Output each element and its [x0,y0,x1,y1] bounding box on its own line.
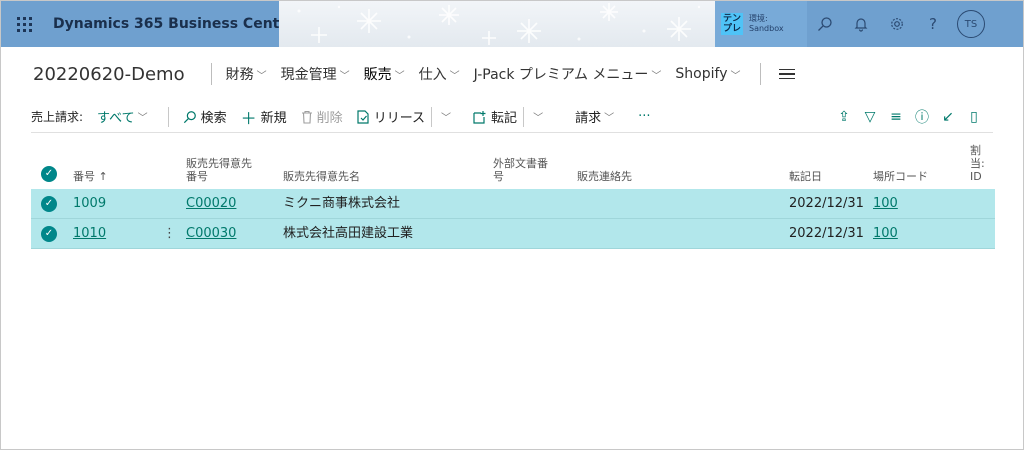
plus-icon: ＋ [240,108,257,128]
row-actions-menu-icon[interactable]: ⋮ [163,219,176,249]
chevron-down-icon: ﹀ [256,70,267,82]
location-code-link[interactable]: 100 [873,189,898,219]
invoice-list-table: ✓ 番号 ↑ 販売先得意先 番号 販売先得意先名 外部文書番号 販売連絡先 転記日… [31,144,995,249]
post-dropdown[interactable]: ﹀ [530,109,543,124]
chevron-down-icon: ﹀ [339,70,350,82]
environment-label: 環境: [749,14,768,23]
table-header: ✓ 番号 ↑ 販売先得意先 番号 販売先得意先名 外部文書番号 販売連絡先 転記日… [31,144,995,189]
bell-icon [854,18,868,32]
gear-icon [891,18,903,30]
table-row[interactable]: ✓ 1009 C00020 ミクニ商事株式会社 2022/12/31 100 [31,189,995,219]
chevron-down-icon: ﹀ [730,70,741,82]
view-filter-dropdown[interactable]: すべて ﹀ [97,107,148,126]
customer-name: ミクニ商事株式会社 [283,196,401,211]
bookmark-icon[interactable]: ▯ [961,109,987,125]
chevron-down-icon: ﹀ [604,113,615,124]
release-button[interactable]: リリース [357,107,425,126]
app-name[interactable]: Dynamics 365 Business Central [53,16,301,32]
share-icon[interactable]: ⇪ [831,109,857,125]
column-header-no[interactable]: 番号 ↑ [73,170,108,183]
nav-divider [760,63,762,85]
customer-name: 株式会社高田建設工業 [283,226,414,241]
search-icon [818,17,832,31]
customer-no-link[interactable]: C00030 [186,219,236,249]
nav-divider [210,63,212,85]
select-all-checkbox[interactable]: ✓ [41,166,57,182]
chevron-down-icon: ﹀ [137,113,148,124]
nav-item-purchasing[interactable]: 仕入 ﹀ [419,64,460,84]
location-code-link[interactable]: 100 [873,219,898,249]
environment-badge: テン プレ [721,13,743,35]
search-action-button[interactable]: 検索 [183,107,227,126]
list-view-icon[interactable]: ≡ [883,109,909,125]
navigation-bar: 20220620-Demo 財務 ﹀ 現金管理 ﹀ 販売 ﹀ 仕入 ﹀ J-Pack プ… [1,47,1023,101]
nav-item-shopify[interactable]: Shopify ﹀ [675,66,740,82]
column-header-customer-name[interactable]: 販売先得意先名 [283,170,360,183]
company-name[interactable]: 20220620-Demo [33,64,185,85]
new-button[interactable]: ＋新規 [241,105,287,129]
hamburger-menu-icon[interactable] [779,66,796,83]
settings-button[interactable] [879,1,915,47]
action-divider [431,106,433,127]
invoice-no-link[interactable]: 1009 [73,189,106,219]
column-header-contact[interactable]: 販売連絡先 [577,170,632,183]
table-row[interactable]: ✓ 1010 ⋮ C00030 株式会社高田建設工業 2022/12/31 10… [31,219,995,249]
collapse-icon[interactable]: ↙ [935,109,961,125]
action-divider [523,106,525,127]
nav-item-jpack-premium[interactable]: J-Pack プレミアム メニュー ﹀ [474,64,662,84]
waffle-icon [16,16,32,32]
chevron-down-icon: ﹀ [651,70,662,82]
help-icon: ? [929,15,937,33]
search-icon [183,110,196,123]
environment-value: Sandbox [749,24,784,33]
release-dropdown[interactable]: ﹀ [438,109,451,124]
column-header-customer-no[interactable]: 販売先得意先 番号 [186,157,252,183]
notifications-button[interactable] [843,1,879,47]
environment-indicator[interactable]: テン プレ 環境: Sandbox [715,1,807,47]
banner-image [279,1,715,47]
nav-item-cash-management[interactable]: 現金管理 ﹀ [281,64,350,84]
invoice-no-link[interactable]: 1010 [73,219,106,249]
action-bar: 売上請求: すべて ﹀ 検索 ＋新規 削除 リリース ﹀ 転記 ﹀ 請求 ﹀ ···… [31,101,993,133]
chevron-down-icon: ﹀ [533,113,544,124]
trash-icon [301,110,312,124]
help-button[interactable]: ? [915,1,951,47]
app-window: Dynamics 365 Business Central テンプレ 環境: [0,0,1024,450]
delete-button[interactable]: 削除 [301,107,343,126]
info-icon[interactable]: ⓘ [909,107,935,127]
posting-date: 2022/12/31 [789,196,864,211]
filter-icon[interactable]: ▽ [857,109,883,125]
column-header-assigned-id[interactable]: 割当: ID [970,144,995,183]
chevron-down-icon: ﹀ [394,70,405,82]
column-header-posting-date[interactable]: 転記日 [789,170,822,183]
invoice-menu-button[interactable]: 請求 ﹀ [575,107,614,126]
search-button[interactable] [807,1,843,47]
row-checkbox[interactable]: ✓ [41,196,57,212]
app-launcher-button[interactable] [1,1,47,47]
chevron-down-icon: ﹀ [449,70,460,82]
nav-item-sales[interactable]: 販売 ﹀ [364,64,405,84]
page-title: 売上請求: [31,110,84,124]
user-avatar[interactable]: TS [957,10,985,38]
column-header-external-doc[interactable]: 外部文書番号 [493,157,548,183]
customer-no-link[interactable]: C00020 [186,189,236,219]
more-actions-button[interactable]: ··· [638,109,650,124]
release-icon [357,109,369,124]
column-header-location[interactable]: 場所コード [873,170,928,183]
post-icon [473,110,486,124]
post-button[interactable]: 転記 [473,107,517,126]
posting-date: 2022/12/31 [789,226,864,241]
nav-item-finance[interactable]: 財務 ﹀ [226,64,267,84]
chevron-down-icon: ﹀ [441,113,452,124]
row-checkbox[interactable]: ✓ [41,226,57,242]
action-divider [167,106,169,127]
